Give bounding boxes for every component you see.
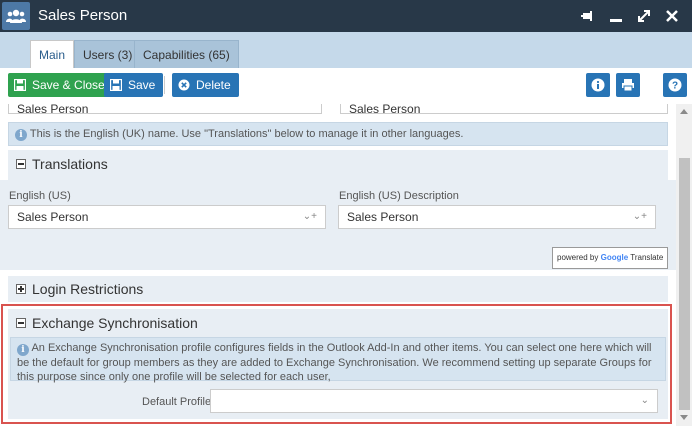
window-titlebar: Sales Person bbox=[0, 0, 692, 32]
delete-button[interactable]: Delete bbox=[172, 73, 239, 97]
delete-label: Delete bbox=[196, 78, 231, 92]
save-close-button[interactable]: Save & Close bbox=[8, 73, 113, 97]
name-info-text: This is the English (UK) name. Use "Tran… bbox=[29, 128, 464, 140]
google-logo-text: Google bbox=[600, 253, 629, 262]
print-button[interactable] bbox=[616, 73, 640, 97]
save-icon bbox=[110, 79, 122, 91]
svg-text:?: ? bbox=[672, 81, 678, 92]
print-icon bbox=[622, 79, 634, 92]
powered-suffix: Translate bbox=[630, 253, 664, 262]
english-us-description-label: English (US) Description bbox=[339, 190, 459, 202]
name-info-bar: i This is the English (UK) name. Use "Tr… bbox=[8, 122, 668, 146]
name-input-value: Sales Person bbox=[17, 104, 89, 116]
window-title: Sales Person bbox=[38, 7, 128, 24]
tab-capabilities[interactable]: Capabilities (65) bbox=[134, 40, 239, 68]
chevron-down-icon: ⌄+ bbox=[302, 211, 317, 222]
maximize-icon[interactable] bbox=[634, 6, 654, 26]
default-profile-select[interactable]: ⌄ bbox=[210, 389, 658, 413]
info-icon bbox=[591, 78, 605, 92]
users-icon bbox=[2, 2, 30, 30]
exchange-info-bar: i An Exchange Synchronisation profile co… bbox=[10, 337, 666, 383]
english-us-description-input[interactable]: Sales Person ⌄+ bbox=[338, 205, 656, 229]
english-us-label: English (US) bbox=[9, 190, 71, 202]
tab-strip: Main Users (3) Capabilities (65) bbox=[0, 32, 692, 69]
save-label: Save bbox=[128, 78, 156, 92]
pin-icon[interactable] bbox=[578, 6, 598, 26]
help-icon: ? bbox=[668, 78, 682, 92]
scroll-down-icon[interactable] bbox=[680, 415, 688, 420]
info-button[interactable] bbox=[586, 73, 610, 97]
scroll-up-icon[interactable] bbox=[680, 109, 688, 114]
english-us-description-value: Sales Person bbox=[347, 210, 419, 224]
exchange-sync-title: Exchange Synchronisation bbox=[32, 315, 198, 331]
tab-main[interactable]: Main bbox=[30, 40, 75, 69]
login-restrictions-title: Login Restrictions bbox=[32, 281, 144, 297]
name-input[interactable]: Sales Person bbox=[8, 104, 322, 116]
chevron-down-icon: ⌄+ bbox=[632, 211, 647, 222]
login-restrictions-header[interactable]: Login Restrictions bbox=[8, 276, 668, 302]
collapse-icon bbox=[16, 159, 26, 169]
translations-title: Translations bbox=[32, 156, 108, 172]
chevron-down-icon: ⌄ bbox=[640, 395, 649, 406]
login-restrictions-section: Login Restrictions bbox=[8, 276, 668, 302]
tab-users[interactable]: Users (3) bbox=[74, 40, 142, 68]
expand-icon bbox=[16, 284, 26, 294]
description-input[interactable]: Sales Person bbox=[340, 104, 668, 116]
exchange-info-text: An Exchange Synchronisation profile conf… bbox=[17, 342, 652, 383]
collapse-icon bbox=[16, 318, 26, 328]
save-icon bbox=[14, 79, 26, 91]
form-content: Sales Person Sales Person i This is the … bbox=[0, 104, 676, 426]
translations-header[interactable]: Translations bbox=[8, 150, 668, 178]
powered-by-google-translate[interactable]: powered by Google Translate bbox=[552, 247, 669, 269]
help-button[interactable]: ? bbox=[663, 73, 687, 97]
toolbar: Save & Close Save Delete ? bbox=[0, 68, 692, 104]
description-input-value: Sales Person bbox=[349, 104, 421, 116]
powered-prefix: powered by bbox=[557, 253, 599, 262]
minimize-icon[interactable] bbox=[606, 6, 626, 26]
delete-icon bbox=[178, 79, 190, 91]
exchange-sync-header[interactable]: Exchange Synchronisation bbox=[8, 309, 668, 337]
english-us-input[interactable]: Sales Person ⌄+ bbox=[8, 205, 326, 229]
english-us-value: Sales Person bbox=[17, 210, 89, 224]
info-icon: i bbox=[15, 129, 27, 141]
save-button[interactable]: Save bbox=[104, 73, 164, 97]
scrollbar[interactable] bbox=[676, 104, 692, 426]
default-profile-label: Default Profile bbox=[142, 396, 212, 408]
toolbar-divider bbox=[164, 76, 165, 94]
save-close-label: Save & Close bbox=[32, 78, 105, 92]
scrollbar-thumb[interactable] bbox=[679, 158, 690, 410]
close-icon[interactable] bbox=[662, 6, 682, 26]
info-icon: i bbox=[17, 344, 29, 356]
